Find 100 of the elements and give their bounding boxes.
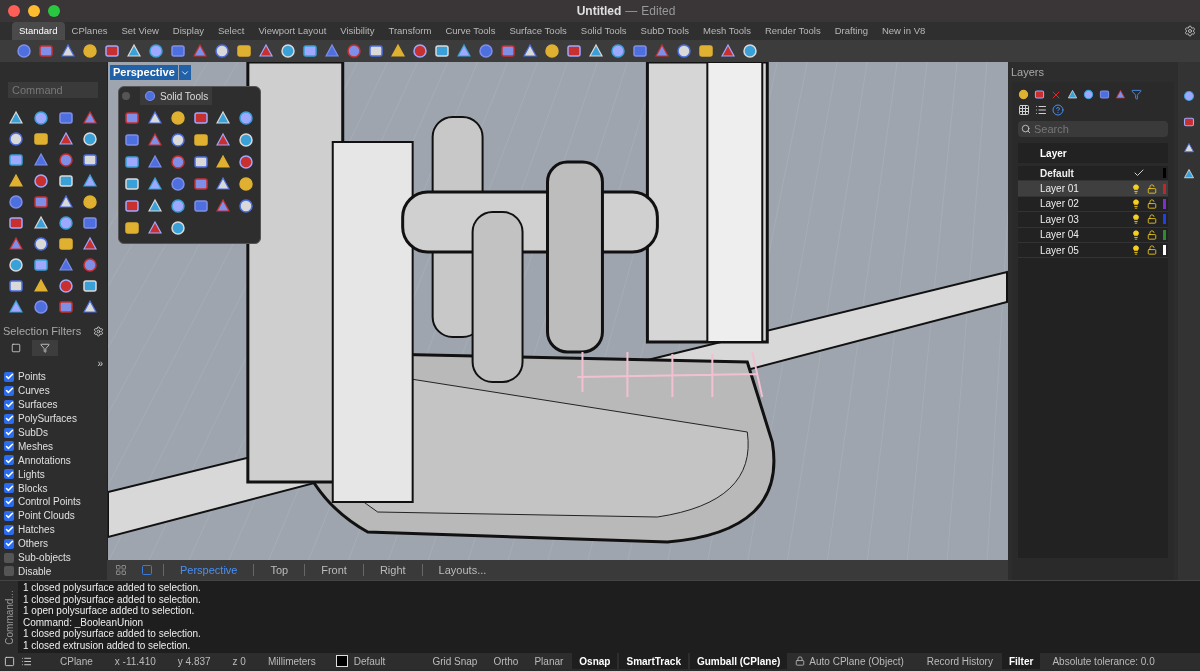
filter-checkbox[interactable]: [4, 483, 14, 494]
tool-icon[interactable]: [8, 215, 24, 231]
lightbulb-icon[interactable]: [1131, 229, 1141, 240]
tool-icon[interactable]: [57, 299, 74, 315]
tool-icon[interactable]: [412, 43, 428, 59]
layer-color-swatch[interactable]: [335, 655, 348, 667]
layer-color-swatch[interactable]: [1163, 214, 1166, 225]
tool-icon[interactable]: [215, 176, 232, 192]
status-toggle[interactable]: Osnap: [572, 653, 618, 669]
help-icon[interactable]: [1052, 104, 1064, 116]
toolbar-tab[interactable]: Render Tools: [757, 22, 828, 40]
toolbar-tab[interactable]: New in V8: [874, 22, 933, 40]
toolbar-tab[interactable]: Display: [165, 22, 211, 40]
tool-icon[interactable]: [238, 110, 255, 126]
toolbar-tab[interactable]: Surface Tools: [502, 22, 574, 40]
tool-icon[interactable]: [57, 110, 74, 126]
expand-button[interactable]: »: [97, 355, 103, 371]
unlock-icon[interactable]: [1147, 198, 1157, 209]
single-layout-icon[interactable]: [141, 564, 153, 576]
tool-icon[interactable]: [236, 43, 252, 59]
tool-icon[interactable]: [82, 299, 99, 315]
list-icon[interactable]: [21, 655, 32, 667]
status-text[interactable]: Auto CPlane (Object): [809, 653, 904, 669]
layer-color-swatch[interactable]: [1163, 198, 1166, 209]
lock-icon[interactable]: [795, 656, 806, 666]
tool-icon[interactable]: [82, 215, 99, 231]
tool-icon[interactable]: [566, 43, 582, 59]
tool-icon[interactable]: [1034, 89, 1045, 100]
tool-icon[interactable]: [146, 154, 163, 170]
filter-checkbox[interactable]: [4, 496, 14, 507]
viewport-tab[interactable]: Top: [253, 564, 305, 576]
tool-icon[interactable]: [522, 43, 538, 59]
tool-icon[interactable]: [1115, 89, 1126, 100]
filter-checkbox[interactable]: [4, 427, 14, 438]
tool-icon[interactable]: [238, 132, 255, 148]
close-window-button[interactable]: [8, 5, 20, 17]
tool-icon[interactable]: [82, 110, 99, 126]
lightbulb-icon[interactable]: [1131, 245, 1141, 256]
layer-color-swatch[interactable]: [1163, 183, 1166, 194]
tool-icon[interactable]: [124, 110, 140, 126]
tool-icon[interactable]: [82, 194, 99, 210]
tool-icon[interactable]: [57, 278, 74, 294]
tool-icon[interactable]: [8, 110, 24, 126]
tool-icon[interactable]: [169, 110, 186, 126]
tool-icon[interactable]: [1183, 116, 1195, 128]
filter-checkbox[interactable]: [4, 399, 14, 410]
settings-icon[interactable]: [93, 325, 104, 337]
tool-icon[interactable]: [588, 43, 604, 59]
tool-icon[interactable]: [192, 198, 209, 214]
tool-icon[interactable]: [544, 43, 560, 59]
viewport-title[interactable]: Perspective: [110, 65, 178, 80]
tool-icon[interactable]: [32, 236, 49, 252]
tool-icon[interactable]: [238, 198, 255, 214]
tool-icon[interactable]: [146, 110, 163, 126]
toolbar-tab[interactable]: Viewport Layout: [251, 22, 334, 40]
filter-tab[interactable]: [32, 340, 58, 356]
command-field[interactable]: Command: [8, 82, 98, 98]
tool-icon[interactable]: [148, 43, 164, 59]
tool-icon[interactable]: [8, 131, 24, 147]
tool-icon[interactable]: [192, 132, 209, 148]
tool-icon[interactable]: [32, 152, 49, 168]
toolbar-tab[interactable]: Curve Tools: [438, 22, 503, 40]
tool-icon[interactable]: [32, 173, 49, 189]
tool-icon[interactable]: [57, 257, 74, 273]
filter-checkbox[interactable]: [4, 469, 14, 480]
status-toggle[interactable]: Filter: [1001, 653, 1041, 669]
settings-icon[interactable]: [1184, 25, 1196, 37]
tool-icon[interactable]: [57, 236, 74, 252]
tool-icon[interactable]: [104, 43, 120, 59]
tool-icon[interactable]: [32, 215, 49, 231]
filter-checkbox[interactable]: [4, 413, 14, 424]
tool-icon[interactable]: [82, 173, 99, 189]
toolbar-tab[interactable]: Set View: [114, 22, 166, 40]
delete-icon[interactable]: [1050, 89, 1062, 101]
filter-checkbox[interactable]: [4, 566, 14, 577]
tool-icon[interactable]: [8, 236, 24, 252]
toolbar-tab[interactable]: Mesh Tools: [696, 22, 758, 40]
filter-checkbox[interactable]: [4, 441, 14, 452]
viewport-tab[interactable]: Front: [304, 564, 363, 576]
tool-icon[interactable]: [1083, 89, 1094, 100]
panel-tab[interactable]: Solid Tools: [140, 87, 213, 105]
tool-icon[interactable]: [214, 43, 230, 59]
filter-checkbox[interactable]: [4, 524, 14, 535]
toolbar-tab[interactable]: Solid Tools: [573, 22, 634, 40]
tool-icon[interactable]: [302, 43, 318, 59]
toolbar-tab[interactable]: Select: [210, 22, 252, 40]
tool-icon[interactable]: [32, 131, 49, 147]
tool-icon[interactable]: [32, 278, 49, 294]
tool-icon[interactable]: [215, 154, 232, 170]
filter-checkbox[interactable]: [4, 455, 14, 466]
tool-icon[interactable]: [238, 176, 255, 192]
tool-icon[interactable]: [146, 132, 163, 148]
toolbar-tab[interactable]: Transform: [381, 22, 439, 40]
viewport-tab[interactable]: Layouts...: [421, 564, 503, 576]
unlock-icon[interactable]: [1147, 214, 1157, 225]
status-toggle[interactable]: Ortho: [486, 653, 526, 669]
tool-icon[interactable]: [1183, 90, 1195, 102]
tool-icon[interactable]: [57, 131, 74, 147]
tool-icon[interactable]: [8, 194, 24, 210]
tool-icon[interactable]: [1099, 89, 1110, 100]
